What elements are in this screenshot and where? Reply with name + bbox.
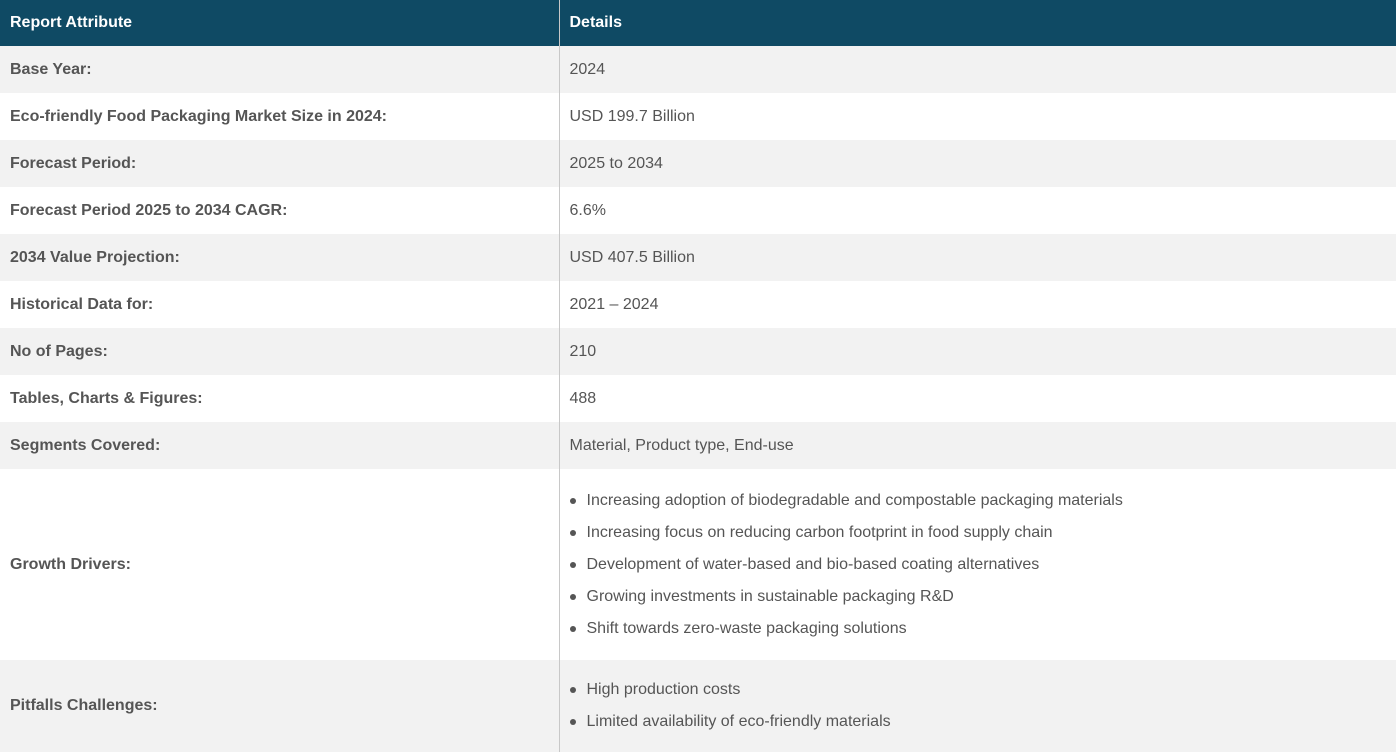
row-label: Pitfalls Challenges:	[0, 660, 559, 752]
header-report-attribute: Report Attribute	[0, 0, 559, 46]
table-row-forecast-period: Forecast Period: 2025 to 2034	[0, 140, 1396, 187]
table-row-pages: No of Pages: 210	[0, 328, 1396, 375]
row-label: Base Year:	[0, 46, 559, 93]
table-row-base-year: Base Year: 2024	[0, 46, 1396, 93]
list-item: Shift towards zero-waste packaging solut…	[569, 613, 1387, 645]
list-item: Limited availability of eco-friendly mat…	[569, 706, 1387, 738]
bullet-icon	[569, 561, 576, 568]
list-item-text: Increasing focus on reducing carbon foot…	[586, 523, 1053, 541]
header-details: Details	[558, 0, 1396, 46]
row-label: Growth Drivers:	[0, 469, 559, 660]
list-item: High production costs	[569, 674, 1387, 706]
list-item-text: Shift towards zero-waste packaging solut…	[586, 619, 907, 637]
row-value: USD 407.5 Billion	[558, 234, 1396, 281]
list-item: Increasing adoption of biodegradable and…	[569, 485, 1387, 517]
row-label: Historical Data for:	[0, 281, 559, 328]
row-label: Forecast Period:	[0, 140, 559, 187]
growth-drivers-list: Increasing adoption of biodegradable and…	[569, 485, 1387, 645]
table-header: Report Attribute Details	[0, 0, 1396, 46]
table-body: Base Year: 2024 Eco-friendly Food Packag…	[0, 46, 1396, 752]
bullet-icon	[569, 497, 576, 504]
row-label: Forecast Period 2025 to 2034 CAGR:	[0, 187, 559, 234]
row-value: 2024	[558, 46, 1396, 93]
bullet-icon	[569, 529, 576, 536]
table-row-historical-data: Historical Data for: 2021 – 2024	[0, 281, 1396, 328]
list-item-text: Development of water-based and bio-based…	[586, 555, 1040, 573]
row-label: Segments Covered:	[0, 422, 559, 469]
bullet-icon	[569, 625, 576, 632]
row-label: Tables, Charts & Figures:	[0, 375, 559, 422]
row-value: 2021 – 2024	[558, 281, 1396, 328]
row-value: 6.6%	[558, 187, 1396, 234]
row-label: Eco-friendly Food Packaging Market Size …	[0, 93, 559, 140]
table-row-pitfalls: Pitfalls Challenges: High production cos…	[0, 660, 1396, 752]
header-row: Report Attribute Details	[0, 0, 1396, 46]
list-item-text: Increasing adoption of biodegradable and…	[586, 491, 1123, 509]
table-row-tables-charts: Tables, Charts & Figures: 488	[0, 375, 1396, 422]
growth-drivers-cell: Increasing adoption of biodegradable and…	[558, 469, 1396, 660]
list-item-text: Limited availability of eco-friendly mat…	[586, 713, 891, 730]
table-row-value-projection: 2034 Value Projection: USD 407.5 Billion	[0, 234, 1396, 281]
table-row-growth-drivers: Growth Drivers: Increasing adoption of b…	[0, 469, 1396, 660]
list-item-text: Growing investments in sustainable packa…	[586, 587, 954, 605]
row-label: 2034 Value Projection:	[0, 234, 559, 281]
row-label: No of Pages:	[0, 328, 559, 375]
table-row-market-size: Eco-friendly Food Packaging Market Size …	[0, 93, 1396, 140]
table-row-cagr: Forecast Period 2025 to 2034 CAGR: 6.6%	[0, 187, 1396, 234]
row-value: 2025 to 2034	[558, 140, 1396, 187]
pitfalls-list: High production costs Limited availabili…	[569, 674, 1387, 738]
bullet-icon	[569, 719, 576, 725]
row-value: USD 199.7 Billion	[558, 93, 1396, 140]
row-value: 210	[558, 328, 1396, 375]
list-item-text: High production costs	[586, 681, 741, 698]
list-item: Increasing focus on reducing carbon foot…	[569, 517, 1387, 549]
report-attribute-table: Report Attribute Details Base Year: 2024…	[0, 0, 1396, 752]
bullet-icon	[569, 593, 576, 600]
list-item: Growing investments in sustainable packa…	[569, 581, 1387, 613]
list-item: Development of water-based and bio-based…	[569, 549, 1387, 581]
table-row-segments: Segments Covered: Material, Product type…	[0, 422, 1396, 469]
row-value: Material, Product type, End-use	[558, 422, 1396, 469]
row-value: 488	[558, 375, 1396, 422]
bullet-icon	[569, 687, 576, 693]
pitfalls-cell: High production costs Limited availabili…	[558, 660, 1396, 752]
